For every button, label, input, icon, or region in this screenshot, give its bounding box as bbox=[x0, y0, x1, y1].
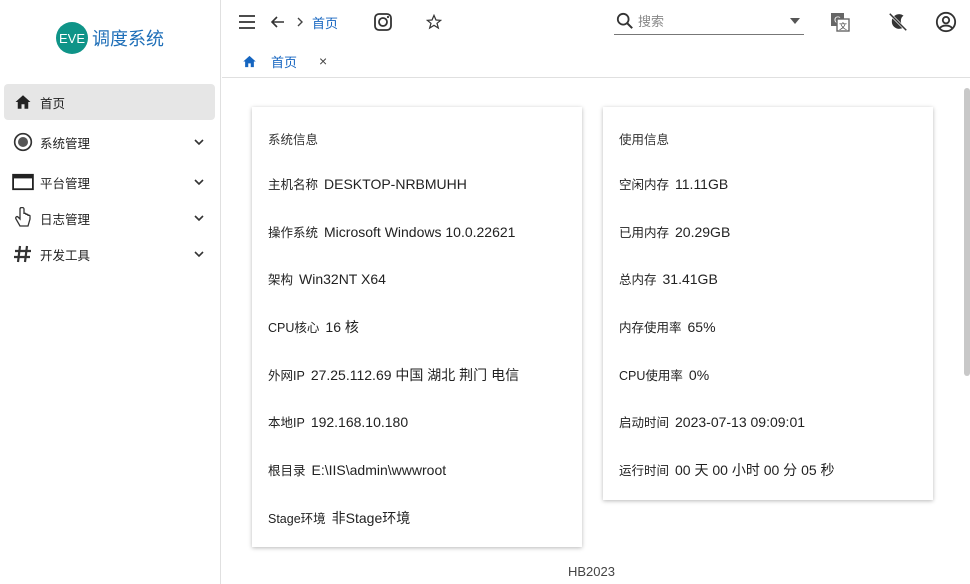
info-value: Microsoft Windows 10.0.22621 bbox=[324, 224, 516, 240]
theme-toggle-icon[interactable] bbox=[886, 10, 910, 34]
info-row: 运行时间 00 天 00 小时 00 分 05 秒 bbox=[619, 460, 835, 480]
chevron-down-icon[interactable] bbox=[189, 244, 209, 264]
sidebar-item-label: 首页 bbox=[40, 96, 66, 111]
info-key: 主机名称 bbox=[268, 178, 319, 192]
info-key: 已用内存 bbox=[619, 226, 670, 240]
info-row: 架构 Win32NT X64 bbox=[268, 269, 386, 288]
close-icon[interactable]: × bbox=[319, 53, 327, 69]
chevron-down-icon[interactable] bbox=[189, 132, 209, 152]
info-key: 总内存 bbox=[619, 273, 657, 287]
sidebar-item-label: 日志管理 bbox=[40, 212, 91, 227]
svg-text:文: 文 bbox=[839, 21, 847, 31]
info-row: 主机名称 DESKTOP-NRBMUHH bbox=[268, 174, 467, 193]
home-icon bbox=[12, 91, 34, 113]
info-row: 空闲内存 11.11GB bbox=[619, 174, 728, 193]
info-key: 根目录 bbox=[268, 464, 306, 478]
account-icon[interactable] bbox=[934, 10, 958, 34]
hash-icon bbox=[12, 243, 34, 265]
info-key: CPU使用率 bbox=[619, 369, 683, 383]
info-row: CPU核心 16 核 bbox=[268, 317, 359, 337]
info-value: 00 天 00 小时 00 分 05 秒 bbox=[675, 462, 835, 478]
info-value: 非Stage环境 bbox=[331, 510, 411, 526]
info-key: 外网IP bbox=[268, 369, 305, 383]
info-value: 31.41GB bbox=[662, 271, 718, 287]
back-arrow-icon[interactable] bbox=[268, 12, 288, 32]
info-key: CPU核心 bbox=[268, 321, 320, 335]
chevron-right-icon bbox=[294, 12, 306, 32]
info-value: 27.25.112.69 中国 湖北 荆门 电信 bbox=[310, 367, 520, 383]
info-value: 20.29GB bbox=[675, 224, 731, 240]
info-value: Win32NT X64 bbox=[299, 271, 386, 287]
info-row: 根目录 E:\IIS\admin\wwwroot bbox=[268, 460, 446, 479]
star-icon[interactable] bbox=[424, 12, 444, 32]
info-key: 本地IP bbox=[268, 416, 305, 430]
monitor-icon bbox=[12, 171, 34, 193]
sidebar-item-label: 系统管理 bbox=[40, 136, 91, 151]
topbar: 首页 G文 bbox=[222, 0, 970, 44]
info-key: 内存使用率 bbox=[619, 321, 682, 335]
sidebar: EVE 调度系统 首页 系统管理 平台管理 日志管理 开发工具 bbox=[0, 0, 221, 584]
info-row: 启动时间 2023-07-13 09:09:01 bbox=[619, 412, 805, 431]
info-key: 空闲内存 bbox=[619, 178, 670, 192]
search-box[interactable] bbox=[614, 8, 804, 35]
sidebar-nav: 首页 系统管理 平台管理 日志管理 开发工具 bbox=[4, 84, 215, 272]
info-key: 操作系统 bbox=[268, 226, 319, 240]
info-value: 2023-07-13 09:09:01 bbox=[675, 414, 806, 430]
info-row: CPU使用率 0% bbox=[619, 365, 709, 384]
chevron-down-icon[interactable] bbox=[189, 208, 209, 228]
sidebar-item-platform[interactable]: 平台管理 bbox=[4, 164, 215, 200]
sidebar-item-label: 开发工具 bbox=[40, 248, 91, 263]
info-row: 操作系统 Microsoft Windows 10.0.22621 bbox=[268, 222, 515, 241]
info-key: 运行时间 bbox=[619, 464, 670, 478]
info-row: 本地IP 192.168.10.180 bbox=[268, 412, 408, 431]
info-value: E:\IIS\admin\wwwroot bbox=[311, 462, 447, 478]
breadcrumb[interactable]: 首页 bbox=[312, 12, 338, 32]
translate-icon[interactable]: G文 bbox=[828, 10, 852, 34]
sidebar-item-system[interactable]: 系统管理 bbox=[4, 124, 215, 160]
home-icon bbox=[242, 54, 257, 69]
pointer-icon bbox=[12, 207, 34, 229]
record-icon bbox=[12, 131, 34, 153]
info-row: 已用内存 20.29GB bbox=[619, 222, 730, 241]
info-row: 总内存 31.41GB bbox=[619, 269, 718, 288]
tab-home[interactable]: 首页 × bbox=[242, 50, 327, 72]
card-title: 系统信息 bbox=[268, 133, 319, 147]
info-row: Stage环境 非Stage环境 bbox=[268, 508, 410, 528]
card-title: 使用信息 bbox=[619, 133, 670, 147]
tab-bar: 首页 × bbox=[222, 44, 970, 78]
scrollbar[interactable] bbox=[964, 88, 970, 376]
sidebar-item-logs[interactable]: 日志管理 bbox=[4, 200, 215, 236]
info-value: 16 核 bbox=[325, 319, 359, 335]
app-name: 调度系统 bbox=[92, 29, 164, 49]
tab-label: 首页 bbox=[271, 54, 298, 70]
info-value: 0% bbox=[688, 367, 710, 383]
info-row: 内存使用率 65% bbox=[619, 317, 716, 336]
info-key: Stage环境 bbox=[268, 512, 326, 526]
sidebar-item-home[interactable]: 首页 bbox=[4, 84, 215, 120]
info-key: 启动时间 bbox=[619, 416, 670, 430]
dropdown-arrow-icon[interactable] bbox=[790, 18, 800, 24]
sidebar-item-label: 平台管理 bbox=[40, 176, 91, 191]
chevron-down-icon[interactable] bbox=[189, 172, 209, 192]
info-value: 65% bbox=[687, 319, 716, 335]
footer-text: HB2023 bbox=[568, 564, 615, 579]
logo: EVE bbox=[56, 22, 88, 54]
brand[interactable]: EVE 调度系统 bbox=[56, 22, 164, 54]
sidebar-item-devtools[interactable]: 开发工具 bbox=[4, 236, 215, 272]
info-value: DESKTOP-NRBMUHH bbox=[324, 176, 467, 192]
usage-info-card: 使用信息 空闲内存 11.11GB 已用内存 20.29GB 总内存 31.41GB … bbox=[603, 107, 933, 500]
system-info-card: 系统信息 主机名称 DESKTOP-NRBMUHH 操作系统 Microsoft W… bbox=[252, 107, 582, 547]
search-icon bbox=[616, 12, 634, 30]
instagram-icon[interactable] bbox=[372, 11, 394, 33]
info-row: 外网IP 27.25.112.69 中国 湖北 荆门 电信 bbox=[268, 365, 519, 385]
info-value: 11.11GB bbox=[675, 176, 729, 192]
info-key: 架构 bbox=[268, 273, 294, 287]
search-input[interactable] bbox=[638, 13, 778, 29]
info-value: 192.168.10.180 bbox=[310, 414, 409, 430]
menu-icon[interactable] bbox=[236, 12, 258, 32]
